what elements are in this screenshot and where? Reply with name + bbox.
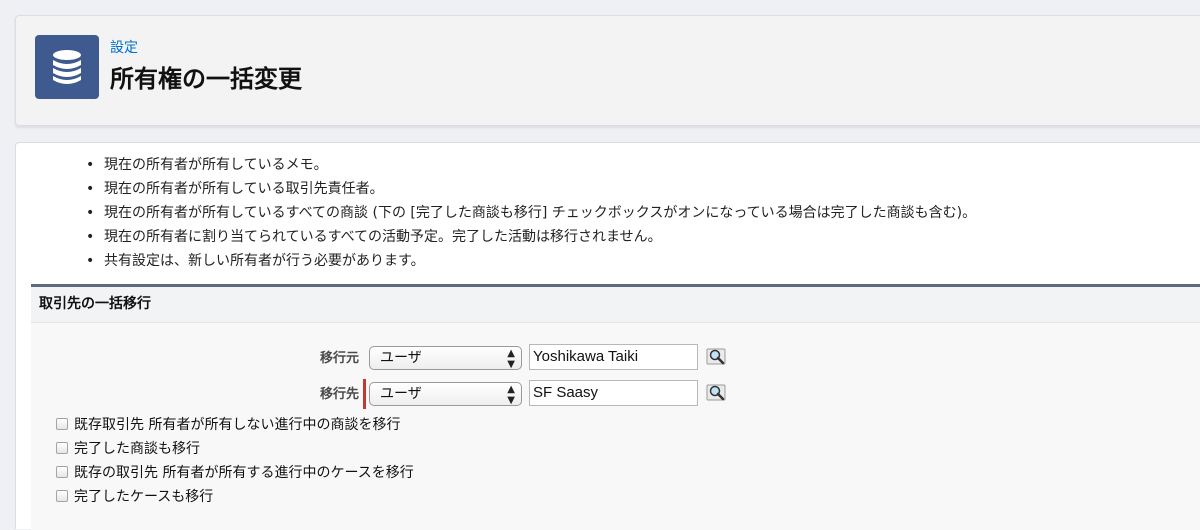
list-item: 現在の所有者が所有しているすべての商談 (下の [完了した商談も移行] チェック…: [86, 201, 976, 225]
checkbox-row[interactable]: 既存取引先 所有者が所有しない進行中の商談を移行: [56, 414, 400, 434]
select-arrows-icon: ▲ ▼: [507, 348, 515, 370]
content-panel: 現在の所有者が所有しているメモ。 現在の所有者が所有している取引先責任者。 現在…: [15, 142, 1200, 530]
checkbox-label: 完了した商談も移行: [74, 441, 200, 457]
checkbox-label: 既存の取引先 所有者が所有する進行中のケースを移行: [74, 465, 414, 481]
from-type-select-value: ユーザ: [380, 350, 422, 366]
checkbox-row[interactable]: 完了したケースも移行: [56, 486, 213, 506]
lookup-icon[interactable]: [706, 347, 728, 367]
checkbox-label: 完了したケースも移行: [74, 489, 214, 505]
breadcrumb-setup-link[interactable]: 設定: [110, 37, 138, 57]
from-type-select[interactable]: ユーザ ▲ ▼: [369, 346, 522, 370]
mass-transfer-section: 取引先の一括移行 移行元 ユーザ ▲ ▼ Yoshikawa Taiki 移行先 …: [31, 284, 1200, 530]
transfer-open-opportunities-checkbox[interactable]: [56, 418, 68, 430]
list-item: 現在の所有者が所有しているメモ。: [86, 153, 976, 177]
to-user-input[interactable]: SF Saasy: [529, 380, 698, 406]
to-type-select[interactable]: ユーザ ▲ ▼: [369, 382, 522, 406]
transfer-closed-cases-checkbox[interactable]: [56, 490, 68, 502]
page-header: 設定 所有権の一括変更: [15, 15, 1200, 126]
checkbox-row[interactable]: 完了した商談も移行: [56, 438, 200, 458]
transfer-open-cases-checkbox[interactable]: [56, 466, 68, 478]
checkbox-label: 既存取引先 所有者が所有しない進行中の商談を移行: [74, 417, 401, 433]
to-label: 移行先: [319, 387, 359, 402]
checkbox-row[interactable]: 既存の取引先 所有者が所有する進行中のケースを移行: [56, 462, 414, 482]
required-indicator: [363, 379, 366, 409]
transfer-closed-opportunities-checkbox[interactable]: [56, 442, 68, 454]
list-item: 現在の所有者に割り当てられているすべての活動予定。完了した活動は移行されません。: [86, 225, 976, 249]
section-title: 取引先の一括移行: [31, 287, 1200, 323]
database-icon: [35, 35, 99, 99]
page-title: 所有権の一括変更: [110, 65, 302, 93]
to-type-select-value: ユーザ: [380, 386, 422, 402]
list-item: 現在の所有者が所有している取引先責任者。: [86, 177, 976, 201]
lookup-icon[interactable]: [706, 383, 728, 403]
from-label: 移行元: [319, 351, 359, 366]
from-user-input[interactable]: Yoshikawa Taiki: [529, 344, 698, 370]
select-arrows-icon: ▲ ▼: [507, 384, 515, 406]
list-item: 共有設定は、新しい所有者が行う必要があります。: [86, 249, 976, 273]
info-bullet-list: 現在の所有者が所有しているメモ。 現在の所有者が所有している取引先責任者。 現在…: [86, 153, 976, 273]
